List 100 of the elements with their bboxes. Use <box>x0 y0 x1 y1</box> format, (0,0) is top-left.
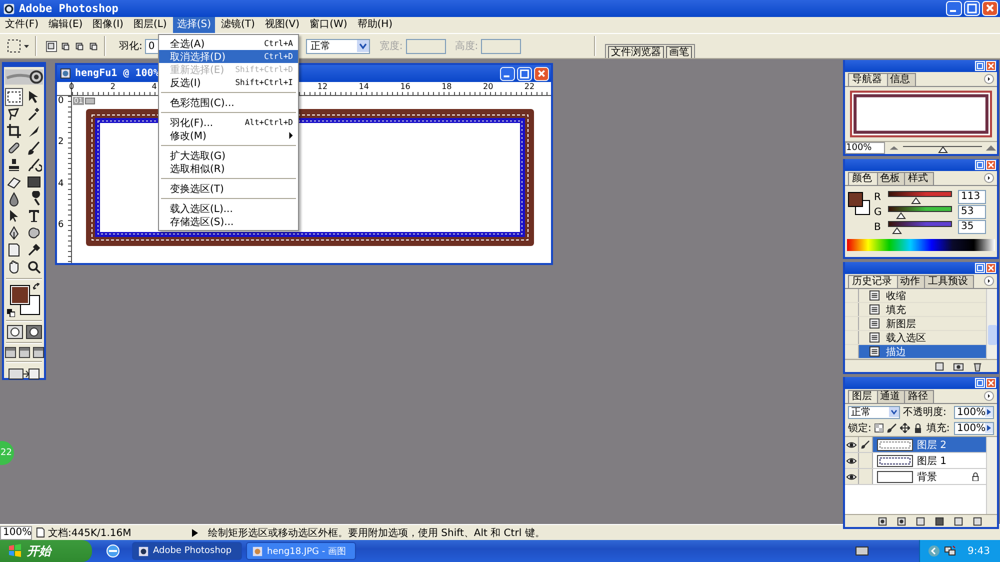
menu-entry[interactable]: 变换选区(T) <box>159 182 298 195</box>
panel-tab[interactable]: 信息 <box>886 73 916 86</box>
color-slider[interactable] <box>888 220 952 234</box>
play-icon[interactable] <box>192 528 198 536</box>
crop-tool-icon[interactable] <box>6 123 22 139</box>
arrow-icon[interactable] <box>985 423 993 433</box>
style-dropdown[interactable]: 正常 <box>306 38 370 54</box>
menu-entry[interactable]: 羽化(F)... Alt+Ctrl+D <box>159 116 298 129</box>
camera-icon[interactable] <box>953 360 964 372</box>
panel-tab[interactable]: 导航器 <box>848 73 888 86</box>
width-field[interactable] <box>406 38 446 54</box>
menu-item[interactable]: 图像(I) <box>88 17 128 33</box>
close-button[interactable] <box>986 61 996 71</box>
zoom-icon[interactable] <box>26 259 42 275</box>
screen-mode-icon[interactable] <box>4 347 16 358</box>
menu-item[interactable]: 文件(F) <box>1 17 43 33</box>
blend-mode-dropdown[interactable]: 正常 <box>848 406 900 418</box>
close-button[interactable] <box>982 1 998 16</box>
history-item[interactable]: 载入选区 <box>845 331 986 345</box>
dropdown-arrow-icon[interactable] <box>889 407 899 417</box>
magic-wand-icon[interactable] <box>26 106 42 122</box>
menu-entry[interactable]: 扩大选取(G) <box>159 149 298 162</box>
selection-mode-button[interactable] <box>46 40 57 52</box>
close-button[interactable] <box>534 66 549 80</box>
history-item[interactable]: 描边 <box>845 345 986 359</box>
type-tool-icon[interactable] <box>26 208 42 224</box>
selection-mode-button[interactable] <box>88 40 99 52</box>
eyedropper-icon[interactable] <box>26 242 42 258</box>
swap-colors-icon[interactable] <box>33 283 41 291</box>
adjustment-icon[interactable] <box>934 516 945 526</box>
minimize-button[interactable] <box>975 61 985 71</box>
mask-icon[interactable] <box>896 516 907 526</box>
gradient-icon[interactable] <box>26 174 42 190</box>
new-layer-icon[interactable] <box>953 516 964 526</box>
menu-item[interactable]: 帮助(H) <box>353 17 397 33</box>
color-swatches[interactable] <box>10 285 40 315</box>
panel-tab[interactable]: 工具预设 <box>924 275 974 288</box>
screen-mode-icon[interactable] <box>18 347 30 358</box>
panel-menu-icon[interactable] <box>984 173 994 183</box>
menu-entry[interactable]: 全选(A) Ctrl+A <box>159 37 298 50</box>
minimize-button[interactable] <box>975 263 985 273</box>
layer-style-icon[interactable] <box>877 516 888 526</box>
eye-icon[interactable] <box>846 472 857 480</box>
zoom-field[interactable]: 100% <box>0 526 32 540</box>
history-brush-icon[interactable] <box>26 157 42 173</box>
height-field[interactable] <box>481 38 522 54</box>
start-button[interactable]: 开始 <box>0 540 92 562</box>
color-spectrum[interactable] <box>847 239 995 251</box>
history-item[interactable]: 新图层 <box>845 317 986 331</box>
move-icon[interactable] <box>900 423 910 433</box>
menu-entry[interactable]: 修改(M) <box>159 129 298 142</box>
layer-row[interactable]: 图层 2 <box>845 437 986 453</box>
palette-well-tab[interactable]: 画笔 <box>666 46 692 58</box>
lock-icon[interactable] <box>913 423 924 433</box>
network-icon[interactable] <box>944 545 956 557</box>
menu-entry[interactable]: 取消选择(D) Ctrl+D <box>159 50 298 63</box>
opacity-field[interactable]: 100% <box>954 406 994 418</box>
zoom-out-icon[interactable] <box>888 144 900 152</box>
taskbar-button[interactable]: Adobe Photoshop <box>132 542 242 560</box>
history-item[interactable]: 填充 <box>845 303 986 317</box>
palette-well-tab[interactable]: 文件浏览器 <box>608 46 664 58</box>
brush-icon[interactable] <box>26 140 42 156</box>
folder-icon[interactable] <box>915 516 926 526</box>
maximize-button[interactable] <box>964 1 980 16</box>
slider-thumb[interactable] <box>938 146 948 152</box>
history-item[interactable]: 收缩 <box>845 289 986 303</box>
selection-mode-button[interactable] <box>60 40 71 52</box>
zoom-in-icon[interactable] <box>985 144 997 152</box>
zoom-slider[interactable] <box>903 144 982 152</box>
close-button[interactable] <box>986 378 996 388</box>
lock-transparency-icon[interactable] <box>874 423 884 433</box>
marquee-preset-icon[interactable] <box>6 38 30 54</box>
maximize-button[interactable] <box>517 66 532 80</box>
panel-menu-icon[interactable] <box>984 74 994 84</box>
scrollbar[interactable] <box>986 289 997 359</box>
menu-entry[interactable]: 反选(I) Shift+Ctrl+I <box>159 76 298 89</box>
note-icon[interactable] <box>6 242 22 258</box>
brush-icon[interactable] <box>887 423 898 433</box>
fill-field[interactable]: 100% <box>954 422 994 434</box>
menu-item[interactable]: 选择(S) <box>172 17 215 33</box>
panel-tab[interactable]: 颜色 <box>848 172 878 185</box>
layer-row[interactable]: 图层 1 <box>845 453 986 469</box>
panel-menu-icon[interactable] <box>984 276 994 286</box>
marquee-tool-icon[interactable] <box>6 89 22 105</box>
menu-item[interactable]: 编辑(E) <box>44 17 87 33</box>
default-colors-icon[interactable] <box>7 309 15 317</box>
keyboard-icon[interactable] <box>854 546 869 556</box>
blob-icon[interactable] <box>26 225 42 241</box>
channel-value-field[interactable]: 35 <box>958 220 986 234</box>
menu-entry[interactable]: 色彩范围(C)... <box>159 96 298 109</box>
quick-mask-icon[interactable] <box>26 325 42 339</box>
close-button[interactable] <box>986 160 996 170</box>
menu-entry[interactable]: 存储选区(S)... <box>159 215 298 228</box>
trash-icon[interactable] <box>972 516 983 526</box>
arrow-icon[interactable] <box>985 407 993 417</box>
panel-tab[interactable]: 历史记录 <box>848 275 898 288</box>
color-slider[interactable] <box>888 206 952 218</box>
minimize-button[interactable] <box>946 1 962 16</box>
screen-mode-icon[interactable] <box>32 347 44 358</box>
panel-tab[interactable]: 样式 <box>904 172 934 185</box>
